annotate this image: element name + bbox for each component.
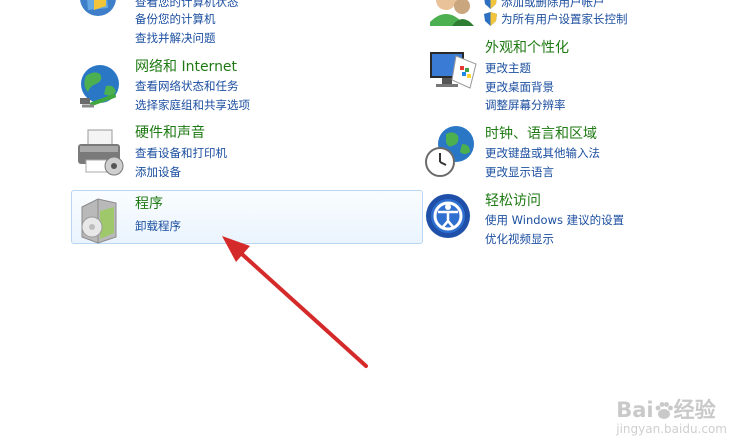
watermark-url: jingyan.baidu.com (616, 422, 727, 436)
baidu-paw-icon (655, 402, 673, 419)
baidu-watermark: Bai 经验 jingyan.baidu.com (616, 394, 727, 436)
annotation-arrow (222, 236, 368, 368)
watermark-brand: Bai (616, 398, 654, 422)
watermark-brand-suffix: 经验 (673, 398, 716, 422)
